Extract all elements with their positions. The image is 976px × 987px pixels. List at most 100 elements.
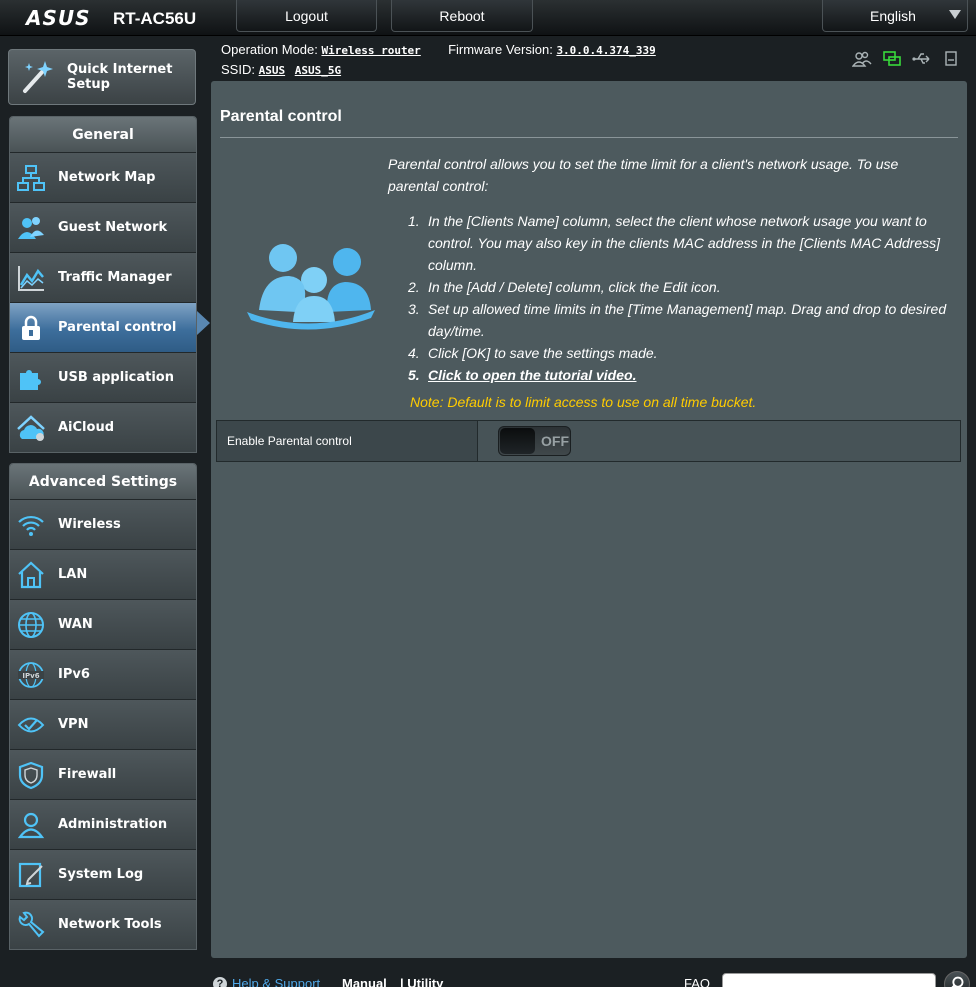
guest-network-icon: [18, 216, 44, 239]
asus-logo: ASUS: [26, 6, 91, 30]
sidebar-item-label: WAN: [58, 617, 93, 632]
parental-control-family-icon: [247, 244, 375, 330]
search-button[interactable]: [944, 971, 970, 987]
network-map-icon: [17, 164, 45, 191]
sidebar-item-label: Guest Network: [58, 220, 168, 235]
ssid-link-5g[interactable]: ASUS_5G: [295, 64, 341, 77]
active-item-arrow: [197, 311, 210, 335]
faq-label: FAQ: [684, 976, 711, 987]
sidebar-item-wan[interactable]: WAN: [10, 599, 196, 649]
qis-label-line1: Quick Internet: [67, 62, 173, 77]
sidebar-item-label: Network Tools: [58, 917, 162, 932]
sidebar-item-label: AiCloud: [58, 420, 115, 435]
sidebar-item-network-tools[interactable]: Network Tools: [10, 899, 196, 949]
content-panel: Parental control Parental control allows…: [211, 81, 967, 958]
logout-button[interactable]: Logout: [236, 0, 377, 32]
sidebar-item-aicloud[interactable]: AiCloud: [10, 402, 196, 452]
sidebar-item-ipv6[interactable]: IPv6 IPv6: [10, 649, 196, 699]
advanced-settings-title: Advanced Settings: [10, 464, 196, 499]
step-3-text: Set up allowed time limits in the [Time …: [428, 301, 947, 339]
advanced-settings-menu: Advanced Settings Wireless LAN WAN IPv6 …: [9, 463, 197, 950]
sidebar-item-lan[interactable]: LAN: [10, 549, 196, 599]
wireless-icon: [18, 515, 44, 536]
aicloud-icon: [17, 414, 45, 441]
operation-mode-label: Operation Mode:: [221, 42, 318, 57]
magic-wand-icon: [23, 61, 53, 93]
administration-user-icon: [17, 812, 45, 838]
sidebar-item-label: Traffic Manager: [58, 270, 172, 285]
toggle-knob: [500, 428, 535, 454]
instruction-steps: 1. In the [Clients Name] column, select t…: [388, 210, 948, 386]
enable-parental-control-row: Enable Parental control OFF: [216, 420, 961, 462]
clients-status-icon[interactable]: [852, 50, 872, 68]
printer-status-icon[interactable]: [942, 50, 962, 68]
sidebar-item-firewall[interactable]: Firewall: [10, 749, 196, 799]
operation-mode-row: Operation Mode: Wireless router Firmware…: [221, 42, 662, 57]
quick-internet-setup-button[interactable]: Quick Internet Setup: [8, 49, 196, 105]
chevron-down-icon: [949, 10, 961, 19]
language-value: English: [870, 7, 916, 24]
sidebar-item-usb-application[interactable]: USB application: [10, 352, 196, 402]
language-select[interactable]: English: [822, 0, 968, 32]
step-2: 2. In the [Add / Delete] column, click th…: [408, 279, 721, 295]
top-bar: ASUS RT-AC56U Logout Reboot English: [0, 0, 976, 36]
ssid-row: SSID: ASUS ASUS_5G: [221, 62, 347, 77]
reboot-button[interactable]: Reboot: [391, 0, 533, 32]
qis-label-line2: Setup: [67, 77, 110, 92]
ssid-label: SSID:: [221, 62, 255, 77]
sidebar-item-label: Network Map: [58, 170, 156, 185]
page-title: Parental control: [220, 108, 342, 125]
sidebar-item-system-log[interactable]: System Log: [10, 849, 196, 899]
svg-text:IPv6: IPv6: [22, 672, 39, 680]
sidebar-item-network-map[interactable]: Network Map: [10, 152, 196, 202]
manual-link[interactable]: Manual: [342, 976, 387, 987]
internet-status-icon[interactable]: [882, 50, 902, 68]
utility-link[interactable]: | Utility: [400, 976, 443, 987]
help-support-link[interactable]: Help & Support: [232, 976, 320, 987]
toggle-state: OFF: [541, 433, 569, 449]
step-4: 4. Click [OK] to save the settings made.: [408, 345, 658, 361]
step-3: 3. Set up allowed time limits in the [Tim…: [408, 301, 947, 339]
step-2-text: In the [Add / Delete] column, click the …: [428, 279, 721, 295]
sidebar-item-wireless[interactable]: Wireless: [10, 499, 196, 549]
lan-icon: [18, 561, 44, 588]
step-4-text: Click [OK] to save the settings made.: [428, 345, 658, 361]
sidebar-item-parental-control[interactable]: Parental control: [10, 302, 196, 352]
firmware-label: Firmware Version:: [448, 42, 553, 57]
enable-parental-control-cell: OFF: [478, 421, 960, 461]
wan-globe-icon: [18, 611, 44, 638]
help-icon: ?: [213, 977, 227, 987]
sidebar-item-administration[interactable]: Administration: [10, 799, 196, 849]
enable-parental-control-toggle[interactable]: OFF: [498, 426, 571, 456]
sidebar-item-label: LAN: [58, 567, 88, 582]
step-1: 1. In the [Clients Name] column, select t…: [408, 213, 941, 273]
sidebar-item-vpn[interactable]: VPN: [10, 699, 196, 749]
tutorial-video-link[interactable]: 5. Click to open the tutorial video.: [388, 364, 948, 386]
sidebar-item-traffic-manager[interactable]: Traffic Manager: [10, 252, 196, 302]
default-note: Note: Default is to limit access to use …: [410, 394, 757, 410]
wrench-icon: [18, 911, 45, 937]
utility-link-text[interactable]: Utility: [407, 976, 443, 987]
usb-application-icon: [20, 369, 41, 390]
traffic-manager-icon: [18, 265, 44, 291]
enable-parental-control-label: Enable Parental control: [217, 421, 478, 461]
firmware-link[interactable]: 3.0.0.4.374_339: [556, 44, 655, 57]
sidebar-item-label: USB application: [58, 370, 174, 385]
footer: ? Help & Support Manual | Utility FAQ: [0, 966, 976, 987]
sidebar-item-label: IPv6: [58, 667, 90, 682]
sidebar-item-guest-network[interactable]: Guest Network: [10, 202, 196, 252]
system-log-icon: [18, 862, 43, 887]
sidebar-item-label: Firewall: [58, 767, 117, 782]
sidebar-item-label: Administration: [58, 817, 168, 832]
parental-control-icon: [22, 315, 40, 340]
faq-search-input[interactable]: [722, 973, 936, 987]
description-text: Parental control allows you to set the t…: [388, 156, 899, 194]
status-icons: [852, 50, 962, 68]
tutorial-link-text[interactable]: Click to open the tutorial video.: [428, 367, 636, 383]
vpn-icon: [17, 717, 45, 732]
general-menu: General Network Map Guest Network Traffi…: [9, 116, 197, 453]
sidebar-item-label: Wireless: [58, 517, 121, 532]
operation-mode-link[interactable]: Wireless router: [321, 44, 420, 57]
usb-status-icon[interactable]: [912, 50, 932, 68]
ssid-link-24g[interactable]: ASUS: [259, 64, 286, 77]
